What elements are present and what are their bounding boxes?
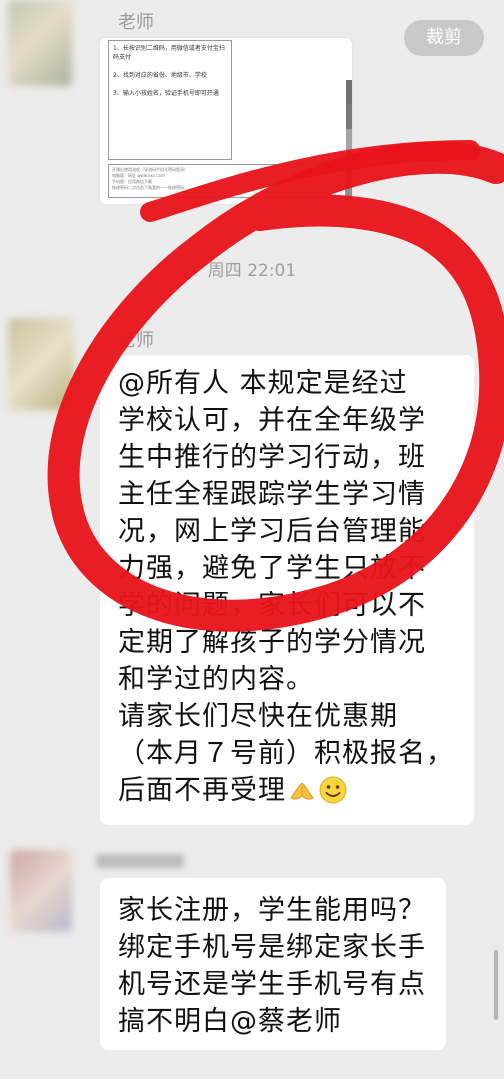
message-line: 主任全程跟踪学生学习情: [118, 479, 426, 510]
crop-button[interactable]: 裁剪: [404, 20, 484, 56]
sender-name-blurred: [96, 854, 184, 868]
sender-name: 老师: [118, 330, 154, 351]
message-line: 生中推行的学习行动，班: [118, 442, 426, 473]
message-line: 家长注册，学生能用吗？: [118, 895, 426, 926]
message-timestamp: 周四 22:01: [207, 261, 297, 281]
avatar[interactable]: [8, 0, 72, 86]
avatar[interactable]: [8, 318, 74, 410]
mosaic-block: [346, 177, 352, 202]
message-line: 请家长们尽快在优惠期: [118, 701, 398, 732]
message-line: 机号还是学生手机号有点: [118, 969, 426, 1000]
mosaic-block: [346, 128, 352, 154]
image-message[interactable]: 1、长按识别二维码，用微信或者支付宝扫码支付 2、找到对应的省份、地级市、学校 …: [100, 38, 352, 204]
doc-step: 3、输入小孩姓名，验证手机号即可开通: [113, 90, 219, 97]
message-line: 搞不明白@蔡老师: [118, 1006, 342, 1037]
message-line: 和学过的内容。: [118, 664, 314, 695]
mosaic-block: [346, 153, 352, 178]
doc-step: 1、长按识别二维码，用微信或者支付宝扫码支付: [113, 45, 225, 61]
avatar[interactable]: [10, 850, 72, 932]
message-line: 学的问题，家长们可以不: [118, 590, 426, 621]
message-line: （本月７号前）积极报名，: [118, 738, 454, 769]
smile-icon: [319, 776, 347, 804]
mosaic-block: [346, 80, 352, 105]
reply-bubble[interactable]: 家长注册，学生能用吗？ 绑定手机号是绑定家长手 机号还是学生手机号有点 搞不明白…: [100, 878, 446, 1050]
message-line-last: 后面不再受理: [118, 772, 458, 810]
sender-name: 老师: [118, 12, 154, 33]
doc-footer-line: 修改密码：点击右下角我的——修改密码: [112, 185, 184, 190]
message-line: @所有人 本规定是经过: [118, 368, 408, 399]
mosaic-block: [346, 104, 352, 129]
pray-icon: [290, 783, 314, 800]
pixelated-qr-code: [346, 80, 352, 202]
message-line: 绑定手机号是绑定家长手: [118, 932, 426, 963]
message-line: 况，网上学习后台管理能: [118, 516, 426, 547]
doc-step: 2、找到对应的省份、地级市、学校: [113, 72, 207, 79]
doc-footer: 开通后使用流程（导流码手机号密码登录） 电脑版：网址 www.xxx.com 手…: [108, 164, 346, 198]
announcement-bubble[interactable]: @所有人 本规定是经过 学校认可，并在全年级学 生中推行的学习行动，班 主任全程…: [100, 355, 474, 825]
message-line-text: 后面不再受理: [118, 775, 286, 806]
message-line: 学校认可，并在全年级学: [118, 405, 426, 436]
message-line: 定期了解孩子的学分情况: [118, 627, 426, 658]
instruction-doc: 1、长按识别二维码，用微信或者支付宝扫码支付 2、找到对应的省份、地级市、学校 …: [108, 40, 232, 160]
scrollbar[interactable]: [494, 950, 498, 1020]
message-line: 力强，避免了学生只放不: [118, 553, 426, 584]
